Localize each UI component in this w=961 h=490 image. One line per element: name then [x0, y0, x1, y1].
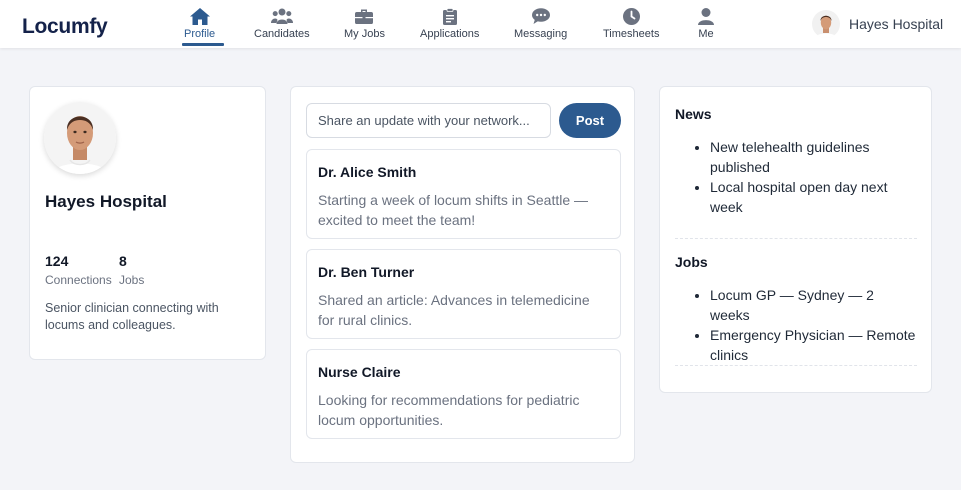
news-section: News New telehealth guidelines published…: [675, 106, 917, 217]
feed-card: Post Dr. Alice Smith Starting a week of …: [290, 86, 635, 463]
active-tab-indicator: [182, 43, 224, 46]
nav-me[interactable]: Me: [698, 8, 714, 48]
nav-candidates-label: Candidates: [254, 28, 310, 40]
post-body: Starting a week of locum shifts in Seatt…: [318, 192, 589, 228]
connections-count: 124: [45, 253, 69, 269]
section-divider: [675, 238, 917, 239]
jobs-count: 8: [119, 253, 127, 269]
clock-icon: [622, 8, 640, 25]
post-author[interactable]: Dr. Ben Turner: [318, 264, 414, 280]
job-item[interactable]: Locum GP — Sydney — 2 weeks: [710, 285, 917, 325]
clipboard-icon: [442, 8, 457, 25]
nav-profile-label: Profile: [184, 28, 216, 40]
profile-card: Hayes Hospital 124 Connections 8 Jobs Se…: [29, 86, 266, 360]
nav-messaging[interactable]: Messaging: [514, 8, 567, 48]
profile-bio: Senior clinician connecting with locums …: [45, 301, 219, 332]
feed-post[interactable]: Dr. Ben Turner Shared an article: Advanc…: [306, 249, 621, 339]
nav-my-jobs[interactable]: My Jobs: [344, 8, 385, 48]
nav-candidates[interactable]: Candidates: [254, 8, 310, 48]
nav-me-label: Me: [698, 28, 714, 40]
users-icon: [270, 8, 293, 24]
home-icon: [189, 8, 210, 25]
avatar: [812, 10, 840, 38]
nav-applications-label: Applications: [420, 28, 480, 40]
section-divider: [675, 365, 917, 366]
post-author[interactable]: Nurse Claire: [318, 364, 400, 380]
chat-bubble-icon: [531, 8, 550, 24]
feed-post[interactable]: Nurse Claire Looking for recommendations…: [306, 349, 621, 439]
job-item[interactable]: Emergency Physician — Remote clinics: [710, 325, 917, 365]
nav-applications[interactable]: Applications: [420, 8, 479, 48]
post-body: Looking for recommendations for pediatri…: [318, 392, 580, 428]
jobs-list: Locum GP — Sydney — 2 weeks Emergency Ph…: [675, 285, 917, 365]
user-menu[interactable]: Hayes Hospital: [812, 10, 943, 38]
feed-post[interactable]: Dr. Alice Smith Starting a week of locum…: [306, 149, 621, 239]
nav-my-jobs-label: My Jobs: [344, 28, 385, 40]
jobs-label: Jobs: [119, 273, 145, 287]
profile-avatar: [44, 102, 116, 174]
user-name: Hayes Hospital: [849, 16, 944, 32]
news-list: New telehealth guidelines published Loca…: [675, 137, 917, 217]
post-body: Shared an article: Advances in telemedic…: [318, 292, 590, 328]
news-title: News: [675, 106, 712, 122]
nav-timesheets[interactable]: Timesheets: [603, 8, 659, 48]
sidebar-card: News New telehealth guidelines published…: [659, 86, 932, 393]
top-navigation-bar: Locumfy Profile Candidates My Jobs Appli…: [0, 0, 961, 48]
nav-messaging-label: Messaging: [514, 28, 568, 40]
app-logo[interactable]: Locumfy: [22, 15, 108, 39]
profile-name: Hayes Hospital: [45, 192, 167, 211]
nav-profile[interactable]: Profile: [184, 8, 215, 48]
post-button[interactable]: Post: [559, 103, 621, 138]
connections-stat[interactable]: 124 Connections: [45, 253, 112, 287]
user-icon: [698, 8, 714, 25]
news-item[interactable]: Local hospital open day next week: [710, 177, 917, 217]
jobs-title: Jobs: [675, 254, 708, 270]
briefcase-icon: [355, 9, 374, 24]
jobs-stat[interactable]: 8 Jobs: [119, 253, 144, 287]
jobs-section: Jobs Locum GP — Sydney — 2 weeks Emergen…: [675, 254, 917, 365]
news-item[interactable]: New telehealth guidelines published: [710, 137, 917, 177]
post-author[interactable]: Dr. Alice Smith: [318, 164, 416, 180]
nav-timesheets-label: Timesheets: [603, 28, 660, 40]
share-update-input[interactable]: [306, 103, 551, 138]
connections-label: Connections: [45, 273, 112, 287]
